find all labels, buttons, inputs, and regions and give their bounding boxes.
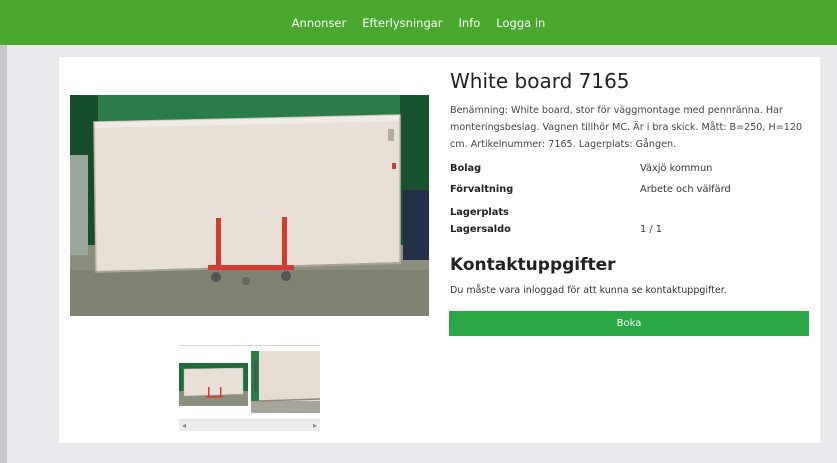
product-description: Benämning: White board, stor för väggmon… <box>450 105 803 150</box>
nav-annonser[interactable]: Annonser <box>290 16 349 30</box>
thumbnail-2[interactable] <box>251 351 320 413</box>
prop-value: Arbete och välfärd <box>640 184 731 195</box>
nav-efterlysningar[interactable]: Efterlysningar <box>360 16 444 30</box>
prop-value: Växjö kommun <box>640 163 713 174</box>
prop-label: Förvaltning <box>450 184 514 195</box>
contact-heading: Kontaktuppgifter <box>450 255 616 275</box>
scroll-right-icon[interactable]: ▸ <box>313 421 317 430</box>
nav-logga-in[interactable]: Logga in <box>494 16 547 30</box>
prop-label: Lagerplats <box>450 207 509 218</box>
prop-label: Bolag <box>450 163 482 174</box>
contact-notice: Du måste vara inloggad för att kunna se … <box>450 285 727 296</box>
left-sidebar-strip <box>0 45 7 463</box>
thumbnail-gallery: ◂ ▸ <box>179 345 320 433</box>
product-card: ◂ ▸ White board 7165 Benämning: White bo… <box>59 57 820 443</box>
scroll-left-icon[interactable]: ◂ <box>182 421 186 430</box>
page-area: ◂ ▸ White board 7165 Benämning: White bo… <box>48 45 837 463</box>
thumbnail-divider <box>179 345 320 346</box>
thumbnail-1[interactable] <box>179 363 248 406</box>
book-button[interactable]: Boka <box>449 311 809 336</box>
prop-label: Lagersaldo <box>450 224 511 235</box>
top-navigation: Annonser Efterlysningar Info Logga in <box>0 0 837 45</box>
thumbnail-scrollbar[interactable]: ◂ ▸ <box>179 419 320 431</box>
main-product-image[interactable] <box>70 95 429 316</box>
product-title: White board 7165 <box>450 69 630 93</box>
prop-value: 1 / 1 <box>640 224 662 235</box>
nav-info[interactable]: Info <box>457 16 483 30</box>
